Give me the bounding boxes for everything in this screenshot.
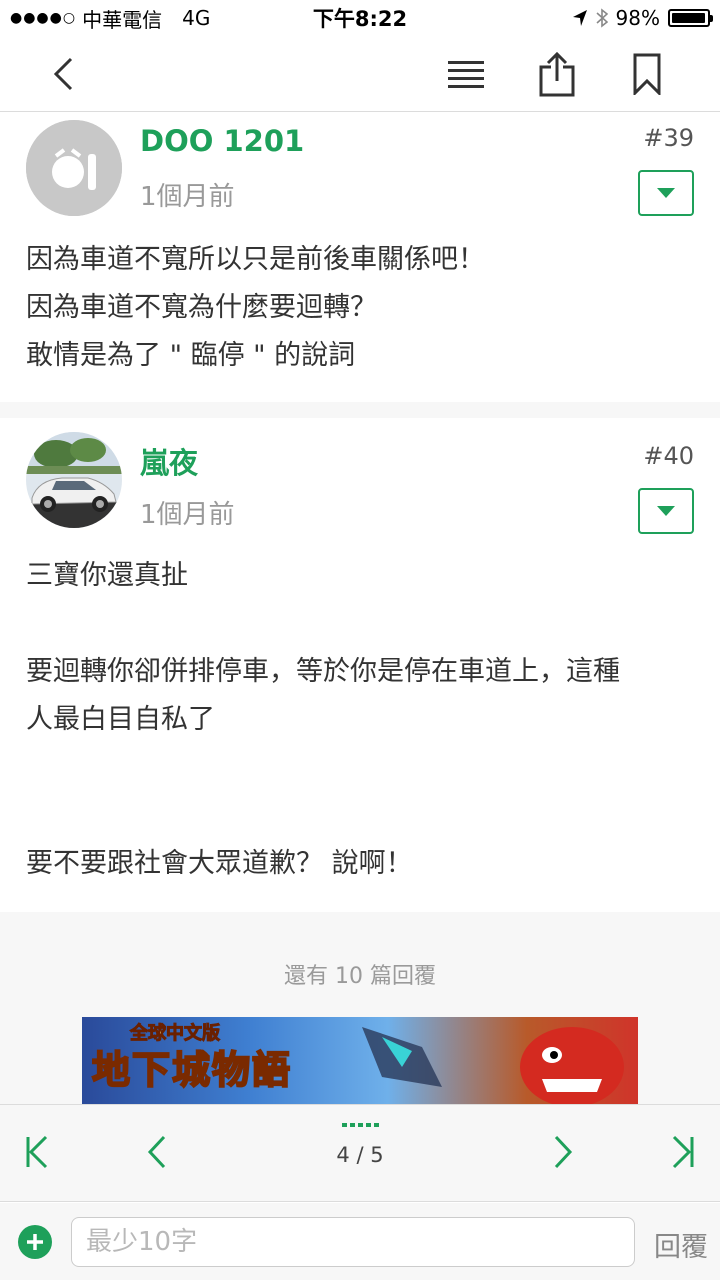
- avatar[interactable]: [26, 120, 122, 216]
- battery-icon: [668, 9, 713, 27]
- post-line: [26, 600, 694, 648]
- post-line: [26, 744, 694, 792]
- post-line: [26, 792, 694, 840]
- plus-icon: [27, 1234, 43, 1250]
- signal-strength-icon: ●●●●○: [10, 10, 77, 26]
- post-line: 要迴轉你卻併排停車，等於你是停在車道上，這種: [26, 656, 620, 687]
- menu-button[interactable]: [431, 36, 501, 112]
- battery-percentage: 98%: [615, 6, 660, 30]
- post-line: 因為車道不寬所以只是前後車關係吧！: [26, 244, 485, 275]
- ad-title: 地下城物語: [91, 1047, 293, 1093]
- page-indicator[interactable]: 4 / 5: [0, 1143, 720, 1167]
- post-floor-number: #40: [643, 442, 694, 470]
- chevron-left-icon: [53, 57, 73, 91]
- pagination-bar: 4 / 5: [0, 1104, 720, 1202]
- post-line: 人最白目自私了: [26, 704, 215, 735]
- share-icon: [539, 51, 575, 97]
- post-body: 因為車道不寬所以只是前後車關係吧！ 因為車道不寬為什麼要迴轉？ 敢情是為了 " …: [26, 236, 694, 380]
- share-button[interactable]: [522, 36, 592, 112]
- bookmark-button[interactable]: [612, 36, 682, 112]
- post-username[interactable]: DOO 1201: [140, 124, 304, 158]
- avatar[interactable]: [26, 432, 122, 528]
- page-dots-indicator: [340, 1123, 380, 1127]
- post-options-button[interactable]: [638, 170, 694, 216]
- ad-banner[interactable]: 全球中文版 地下城物語: [82, 1017, 638, 1104]
- next-page-button[interactable]: [538, 1127, 588, 1177]
- more-replies-link[interactable]: 還有 10 篇回覆: [0, 958, 720, 990]
- reply-input[interactable]: [71, 1217, 635, 1267]
- post-username[interactable]: 嵐夜: [140, 440, 198, 482]
- reply-bar: 回覆: [0, 1203, 720, 1280]
- reply-post: 嵐夜 #40 1個月前 三寶你還真扯 要迴轉你卻併排停車，等於你是停在車道上，這…: [0, 418, 720, 912]
- post-time: 1個月前: [140, 500, 235, 530]
- back-button[interactable]: [28, 36, 98, 112]
- bluetooth-icon: [596, 8, 608, 28]
- post-time: 1個月前: [140, 182, 235, 212]
- chevron-right-icon: [554, 1135, 573, 1169]
- add-attachment-button[interactable]: [18, 1225, 52, 1259]
- last-page-button[interactable]: [658, 1127, 708, 1177]
- user-photo-car: [26, 432, 122, 528]
- status-right: 98%: [572, 6, 713, 30]
- battery-fill: [672, 13, 706, 23]
- hamburger-icon: [448, 61, 484, 88]
- location-arrow-icon: [572, 10, 587, 26]
- caret-down-icon: [657, 188, 675, 198]
- post-list[interactable]: DOO 1201 #39 1個月前 因為車道不寬所以只是前後車關係吧！ 因為車道…: [0, 112, 720, 1104]
- post-floor-number: #39: [643, 124, 694, 152]
- post-line: 因為車道不寬為什麼要迴轉？: [26, 292, 377, 323]
- reply-submit-button[interactable]: 回覆: [654, 1225, 708, 1264]
- post-options-button[interactable]: [638, 488, 694, 534]
- status-left: ●●●●○ 中華電信 4G: [10, 4, 210, 33]
- default-avatar-icon: [26, 120, 122, 216]
- caret-down-icon: [657, 506, 675, 516]
- post-line: 三寶你還真扯: [26, 560, 188, 591]
- network-type: 4G: [182, 6, 211, 30]
- reply-post: DOO 1201 #39 1個月前 因為車道不寬所以只是前後車關係吧！ 因為車道…: [0, 112, 720, 402]
- carrier-name: 中華電信: [82, 7, 163, 32]
- bookmark-icon: [633, 53, 661, 95]
- post-line: 要不要跟社會大眾道歉？ 說啊！: [26, 848, 413, 879]
- status-bar: ●●●●○ 中華電信 4G 下午8:22 98%: [0, 0, 720, 36]
- nav-bar: [0, 36, 720, 112]
- post-body: 三寶你還真扯 要迴轉你卻併排停車，等於你是停在車道上，這種 人最白目自私了 要不…: [26, 552, 694, 888]
- post-line: 敢情是為了 " 臨停 " 的說詞: [26, 340, 356, 371]
- last-page-icon: [672, 1135, 694, 1169]
